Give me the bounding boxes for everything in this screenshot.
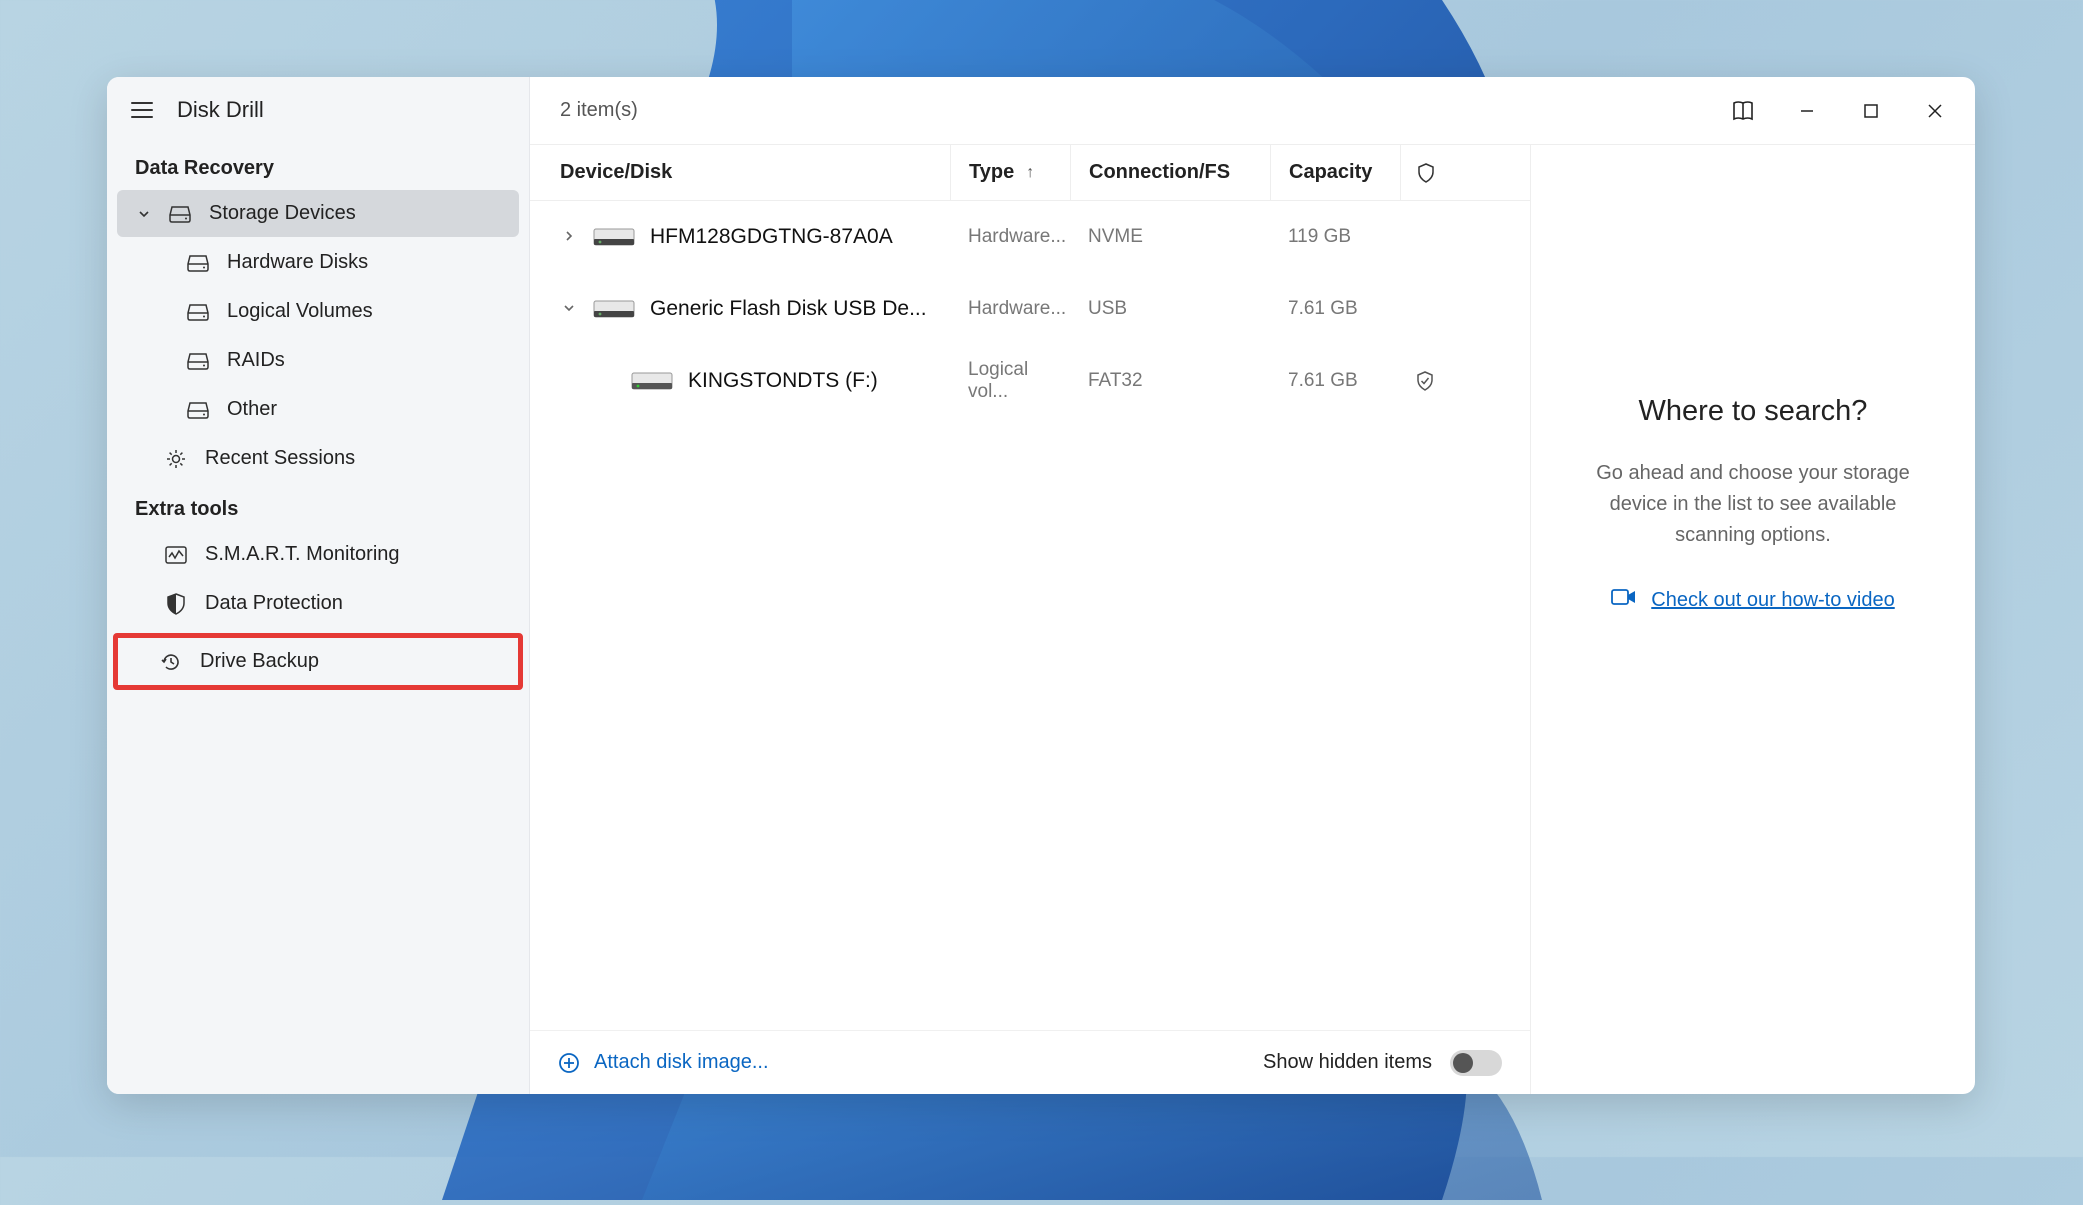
chevron-down-icon [137,208,151,220]
sidebar-label: Storage Devices [209,202,356,225]
cell-capacity: 7.61 GB [1270,345,1400,417]
col-header-type[interactable]: Type ↑ [950,145,1070,200]
book-icon[interactable] [1713,86,1773,136]
cell-type: Logical vol... [950,345,1070,417]
app-title: Disk Drill [177,97,264,123]
section-data-recovery: Data Recovery [107,143,529,190]
sidebar-item-other[interactable]: Other [117,386,519,433]
col-header-connection[interactable]: Connection/FS [1070,145,1270,200]
table-row[interactable]: KINGSTONDTS (F:) Logical vol...FAT327.61 … [530,345,1530,417]
howto-video-link[interactable]: Check out our how-to video [1651,589,1894,612]
sidebar-item-hardware-disks[interactable]: Hardware Disks [117,239,519,286]
sort-asc-icon: ↑ [1026,164,1034,182]
sidebar-label: Drive Backup [200,650,319,673]
item-count: 2 item(s) [560,99,638,122]
sidebar-label: Recent Sessions [205,447,355,470]
drive-icon [630,369,674,393]
table-row[interactable]: Generic Flash Disk USB De... Hardware...U… [530,273,1530,345]
drive-icon [592,297,636,321]
disk-name: KINGSTONDTS (F:) [688,369,878,393]
gear-icon [165,448,187,470]
bottom-bar: Attach disk image... Show hidden items [530,1030,1530,1094]
sidebar-item-data-protection[interactable]: Data Protection [117,580,519,627]
attach-disk-image-link[interactable]: Attach disk image... [558,1051,769,1074]
col-header-capacity[interactable]: Capacity [1270,145,1400,200]
cell-type: Hardware... [950,273,1070,345]
show-hidden-toggle[interactable] [1450,1050,1502,1076]
cell-connection: USB [1070,273,1270,345]
sidebar-item-smart[interactable]: S.M.A.R.T. Monitoring [117,531,519,578]
cell-shield [1400,345,1450,417]
video-camera-icon [1611,587,1637,613]
minimize-button[interactable] [1777,86,1837,136]
close-button[interactable] [1905,86,1965,136]
attach-label: Attach disk image... [594,1051,769,1074]
sidebar-label: Hardware Disks [227,251,368,274]
cell-connection: NVME [1070,201,1270,273]
drive-icon [187,399,209,421]
sidebar-label: Data Protection [205,592,343,615]
sidebar-item-recent-sessions[interactable]: Recent Sessions [117,435,519,482]
cell-type: Hardware... [950,201,1070,273]
col-header-shield[interactable] [1400,145,1450,200]
history-icon [160,651,182,673]
plus-circle-icon [558,1052,580,1074]
expand-icon[interactable] [560,301,578,317]
sidebar-label: Logical Volumes [227,300,373,323]
disk-list-panel: Device/Disk Type ↑ Connection/FS Capacit… [530,145,1531,1094]
disk-name: Generic Flash Disk USB De... [650,297,927,321]
drive-icon [592,225,636,249]
highlight-annotation: Drive Backup [113,633,523,690]
right-panel-title: Where to search? [1639,395,1868,428]
disk-name: HFM128GDGTNG-87A0A [650,225,893,249]
drive-icon [187,252,209,274]
titlebar: 2 item(s) [530,77,1975,145]
col-header-device[interactable]: Device/Disk [550,161,950,184]
maximize-button[interactable] [1841,86,1901,136]
menu-icon[interactable] [127,98,157,122]
right-panel-desc: Go ahead and choose your storage device … [1571,458,1935,551]
cell-connection: FAT32 [1070,345,1270,417]
show-hidden-label: Show hidden items [1263,1051,1432,1074]
section-extra-tools: Extra tools [107,484,529,531]
sidebar-item-raids[interactable]: RAIDs [117,337,519,384]
sidebar: Disk Drill Data Recovery Storage Devices… [107,77,530,1094]
drive-icon [169,203,191,225]
sidebar-item-drive-backup[interactable]: Drive Backup [118,638,518,685]
sidebar-label: S.M.A.R.T. Monitoring [205,543,400,566]
cell-capacity: 119 GB [1270,201,1400,273]
sidebar-item-logical-volumes[interactable]: Logical Volumes [117,288,519,335]
sidebar-item-storage-devices[interactable]: Storage Devices [117,190,519,237]
cell-shield [1400,201,1450,273]
monitoring-icon [165,544,187,566]
cell-capacity: 7.61 GB [1270,273,1400,345]
table-header: Device/Disk Type ↑ Connection/FS Capacit… [530,145,1530,201]
right-info-panel: Where to search? Go ahead and choose you… [1531,145,1975,1094]
sidebar-label: Other [227,398,277,421]
expand-icon[interactable] [560,229,578,245]
drive-icon [187,301,209,323]
main-panel: 2 item(s) Device/Disk [530,77,1975,1094]
shield-half-icon [165,593,187,615]
table-row[interactable]: HFM128GDGTNG-87A0A Hardware...NVME119 GB [530,201,1530,273]
drive-icon [187,350,209,372]
app-window: Disk Drill Data Recovery Storage Devices… [107,77,1975,1094]
cell-shield [1400,273,1450,345]
sidebar-label: RAIDs [227,349,285,372]
